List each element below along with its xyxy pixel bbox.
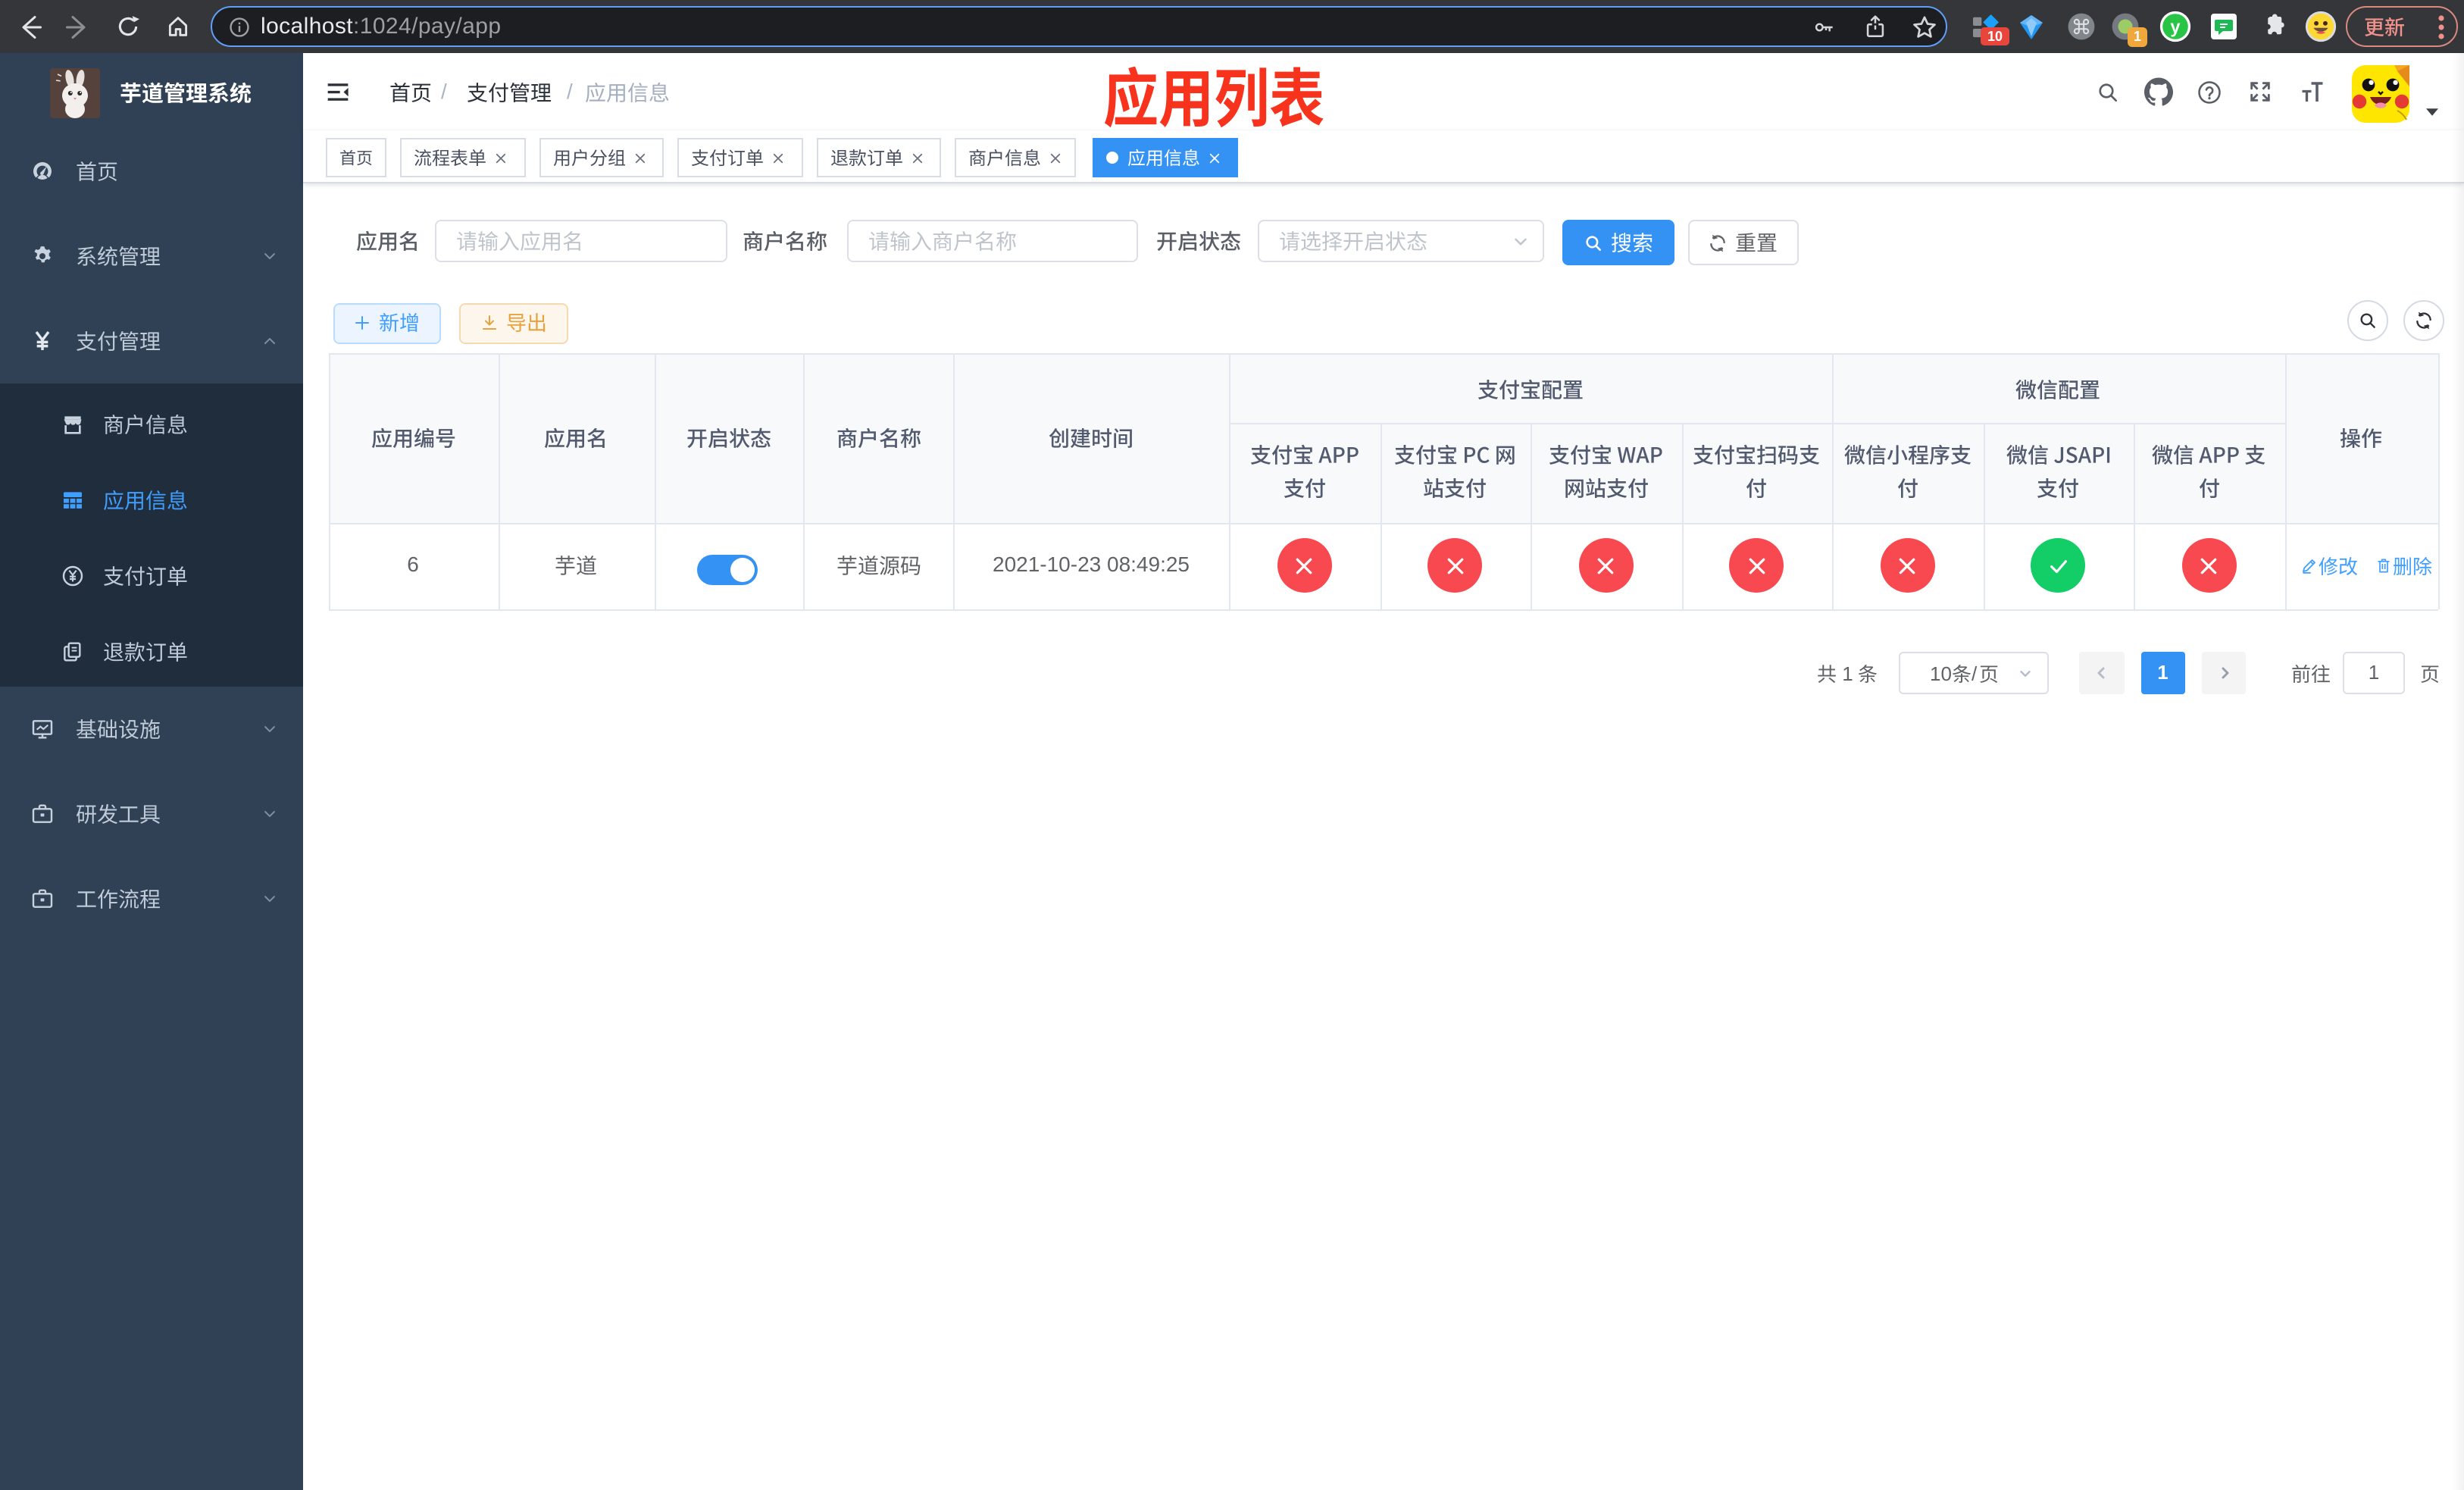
svg-text:y: y (2170, 17, 2180, 37)
